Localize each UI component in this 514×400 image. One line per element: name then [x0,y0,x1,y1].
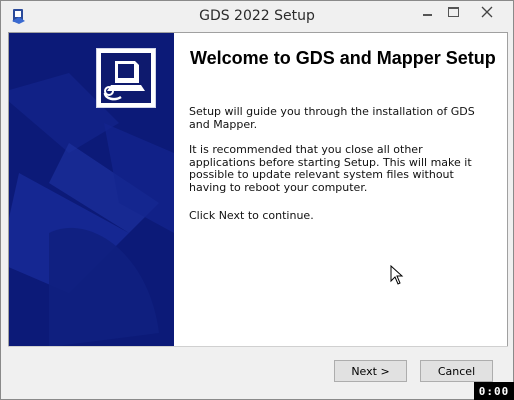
welcome-heading: Welcome to GDS and Mapper Setup [190,48,496,68]
close-button[interactable] [467,2,507,22]
maximize-button[interactable] [439,2,467,22]
wizard-content: Welcome to GDS and Mapper Setup Setup wi… [8,32,508,347]
footer-divider [8,346,508,347]
product-logo [96,48,156,108]
side-panel-banner [9,33,174,347]
maximize-icon [447,7,459,17]
intro-paragraph: Setup will guide you through the install… [189,105,475,131]
logo-background [101,53,151,103]
title-bar[interactable]: GDS 2022 Setup [1,1,513,32]
continue-instruction: Click Next to continue. [189,209,314,222]
minimize-button[interactable] [413,2,441,22]
close-icon [481,6,493,18]
setup-window: GDS 2022 Setup Welcome to GDS and Mapper… [0,0,514,400]
mouse-pointer-icon [390,265,404,285]
next-button[interactable]: Next > [334,360,407,382]
recording-timer: 0:00 [474,382,514,400]
cancel-button[interactable]: Cancel [420,360,493,382]
minimize-icon [422,14,432,16]
recommendation-paragraph: It is recommended that you close all oth… [189,143,472,194]
computer-logo-icon [103,61,145,101]
